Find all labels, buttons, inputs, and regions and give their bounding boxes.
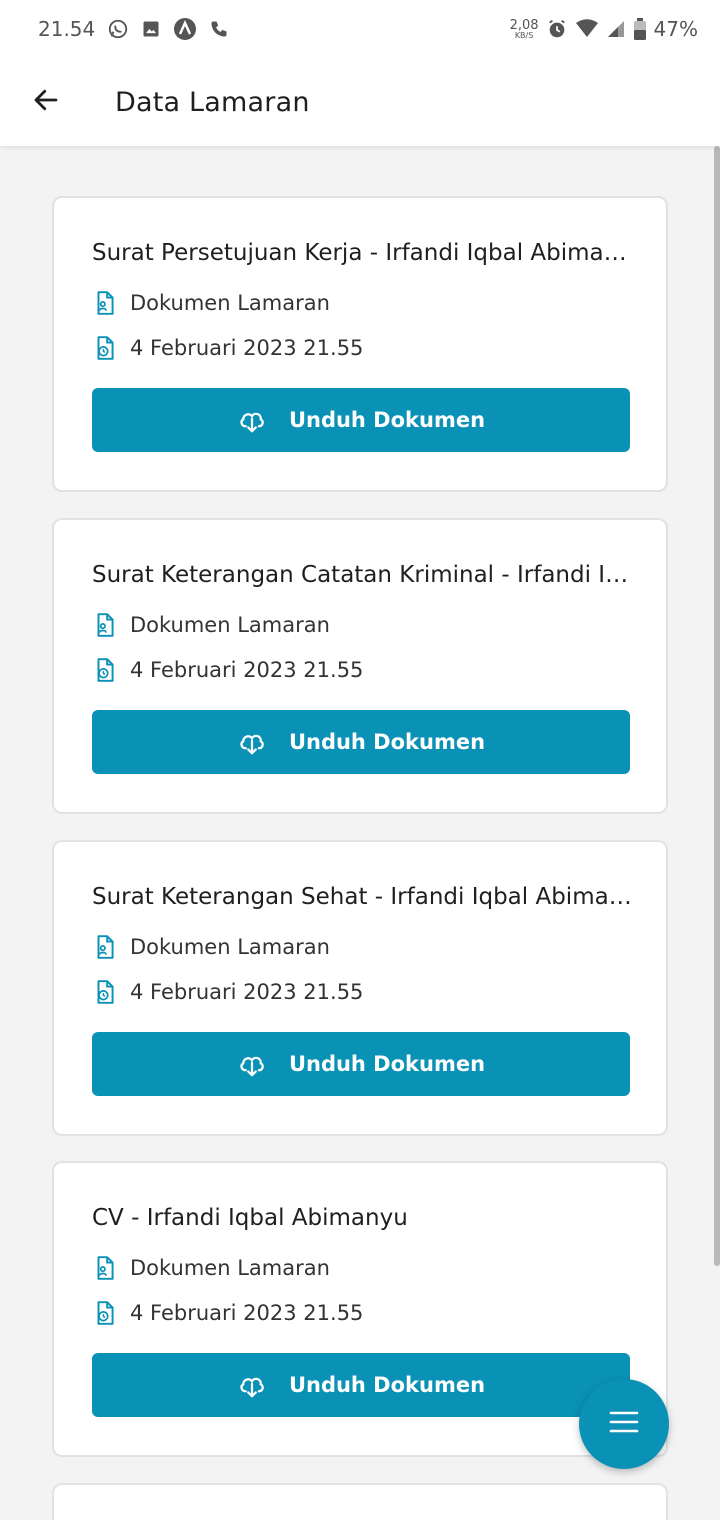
document-file-icon bbox=[92, 934, 118, 960]
document-title: Surat Keterangan Sehat - Irfandi Iqbal A… bbox=[92, 884, 636, 910]
document-type: Dokumen Lamaran bbox=[130, 1256, 330, 1280]
net-speed: 2,08 KB/S bbox=[510, 19, 539, 40]
document-card bbox=[52, 1483, 668, 1520]
document-date: 4 Februari 2023 21.55 bbox=[130, 658, 364, 682]
scrollbar[interactable] bbox=[714, 146, 720, 1266]
document-date: 4 Februari 2023 21.55 bbox=[130, 1301, 364, 1325]
document-card: CV - Irfandi Iqbal Abimanyu Dokumen Lama… bbox=[52, 1161, 668, 1457]
cloud-download-icon bbox=[237, 405, 267, 435]
file-clock-icon bbox=[92, 335, 118, 361]
phone-icon bbox=[209, 19, 229, 39]
gallery-icon bbox=[141, 19, 161, 39]
page-title: Data Lamaran bbox=[115, 86, 310, 118]
document-title: Surat Persetujuan Kerja - Irfandi Iqbal … bbox=[92, 240, 636, 266]
document-type-row: Dokumen Lamaran bbox=[92, 612, 330, 638]
download-document-button[interactable]: Unduh Dokumen bbox=[92, 710, 630, 774]
file-clock-icon bbox=[92, 979, 118, 1005]
document-date-row: 4 Februari 2023 21.55 bbox=[92, 979, 363, 1005]
document-title: CV - Irfandi Iqbal Abimanyu bbox=[92, 1205, 408, 1231]
signal-icon bbox=[606, 19, 626, 39]
net-speed-value: 2,08 bbox=[509, 17, 539, 33]
download-document-button[interactable]: Unduh Dokumen bbox=[92, 1353, 630, 1417]
file-clock-icon bbox=[92, 1300, 118, 1326]
cloud-download-icon bbox=[237, 1370, 267, 1400]
status-time: 21.54 bbox=[38, 17, 96, 41]
battery-icon bbox=[633, 18, 647, 40]
alarm-icon bbox=[546, 18, 568, 40]
document-date-row: 4 Februari 2023 21.55 bbox=[92, 1300, 363, 1326]
app-a-icon bbox=[173, 17, 197, 41]
document-card: Surat Keterangan Catatan Kriminal - Irfa… bbox=[52, 518, 668, 814]
net-speed-unit: KB/S bbox=[514, 30, 534, 40]
download-document-button[interactable]: Unduh Dokumen bbox=[92, 1032, 630, 1096]
status-bar: 21.54 2,08 KB/S 47% bbox=[0, 0, 720, 58]
document-type: Dokumen Lamaran bbox=[130, 613, 330, 637]
document-type-row: Dokumen Lamaran bbox=[92, 934, 330, 960]
app-bar: Data Lamaran bbox=[0, 58, 720, 146]
menu-fab-button[interactable] bbox=[579, 1379, 669, 1469]
battery-percent: 47% bbox=[653, 17, 698, 41]
document-card: Surat Persetujuan Kerja - Irfandi Iqbal … bbox=[52, 196, 668, 492]
document-file-icon bbox=[92, 290, 118, 316]
document-file-icon bbox=[92, 612, 118, 638]
document-type-row: Dokumen Lamaran bbox=[92, 1255, 330, 1281]
document-title: Surat Keterangan Catatan Kriminal - Irfa… bbox=[92, 562, 636, 588]
document-date: 4 Februari 2023 21.55 bbox=[130, 336, 364, 360]
arrow-left-icon bbox=[31, 85, 61, 119]
back-button[interactable] bbox=[0, 58, 92, 146]
download-button-label: Unduh Dokumen bbox=[288, 1052, 486, 1076]
cloud-download-icon bbox=[237, 727, 267, 757]
menu-icon bbox=[609, 1410, 639, 1438]
cloud-download-icon bbox=[237, 1049, 267, 1079]
download-button-label: Unduh Dokumen bbox=[288, 1373, 486, 1397]
document-date-row: 4 Februari 2023 21.55 bbox=[92, 657, 363, 683]
file-clock-icon bbox=[92, 657, 118, 683]
download-button-label: Unduh Dokumen bbox=[288, 730, 486, 754]
document-date-row: 4 Februari 2023 21.55 bbox=[92, 335, 363, 361]
document-file-icon bbox=[92, 1255, 118, 1281]
document-card: Surat Keterangan Sehat - Irfandi Iqbal A… bbox=[52, 840, 668, 1136]
document-list: Surat Persetujuan Kerja - Irfandi Iqbal … bbox=[0, 146, 720, 1520]
whatsapp-icon bbox=[107, 18, 129, 40]
document-date: 4 Februari 2023 21.55 bbox=[130, 980, 364, 1004]
document-type-row: Dokumen Lamaran bbox=[92, 290, 330, 316]
download-document-button[interactable]: Unduh Dokumen bbox=[92, 388, 630, 452]
download-button-label: Unduh Dokumen bbox=[288, 408, 486, 432]
document-type: Dokumen Lamaran bbox=[130, 935, 330, 959]
wifi-icon bbox=[575, 19, 599, 39]
document-type: Dokumen Lamaran bbox=[130, 291, 330, 315]
